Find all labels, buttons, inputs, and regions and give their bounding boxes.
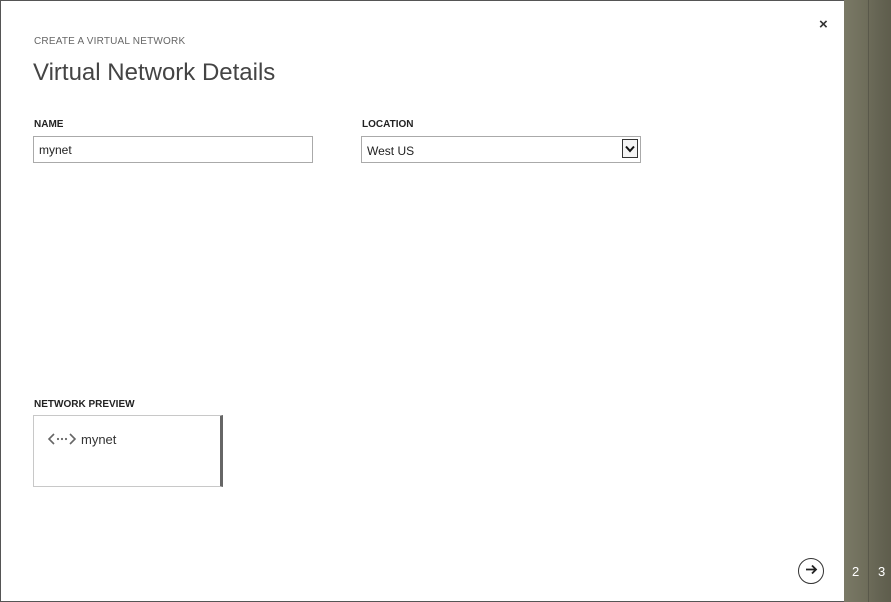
wizard-subtitle: CREATE A VIRTUAL NETWORK [34, 36, 186, 47]
close-button[interactable]: × [819, 17, 828, 32]
page-title: Virtual Network Details [33, 59, 276, 86]
network-preview-name: mynet [81, 432, 117, 447]
network-preview-label: NETWORK PREVIEW [34, 399, 135, 410]
create-virtual-network-dialog: CREATE A VIRTUAL NETWORK Virtual Network… [1, 1, 844, 601]
location-selected-value: West US [367, 144, 415, 158]
arrow-right-icon [805, 562, 818, 580]
network-preview-tile: mynet [33, 415, 223, 487]
chevron-down-icon[interactable] [622, 139, 638, 158]
location-select[interactable]: West US [361, 136, 641, 163]
step-2[interactable]: 2 [852, 564, 859, 579]
location-label: LOCATION [362, 119, 414, 130]
name-input[interactable] [33, 136, 313, 163]
virtual-network-icon [47, 432, 77, 451]
step-3[interactable]: 3 [878, 564, 885, 579]
step-divider [868, 0, 869, 602]
wizard-steps-strip: 2 3 [844, 0, 891, 602]
next-button[interactable] [798, 558, 824, 584]
name-label: NAME [34, 119, 64, 130]
